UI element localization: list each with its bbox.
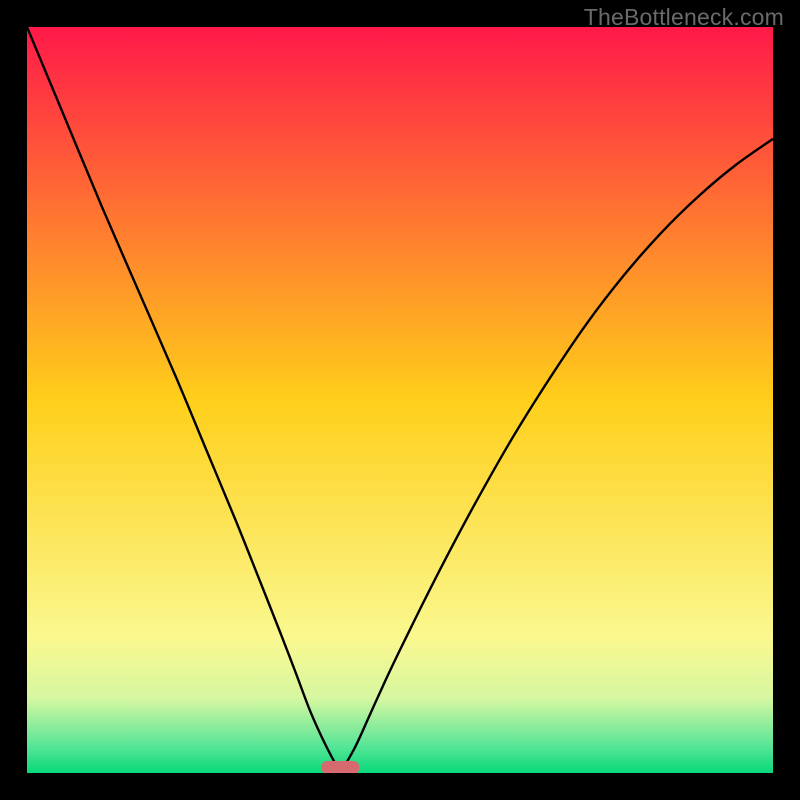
bottleneck-chart-svg — [27, 27, 773, 773]
chart-frame: TheBottleneck.com — [0, 0, 800, 800]
optimal-point-marker — [321, 761, 359, 773]
plot-area — [27, 27, 773, 773]
gradient-background — [27, 27, 773, 773]
